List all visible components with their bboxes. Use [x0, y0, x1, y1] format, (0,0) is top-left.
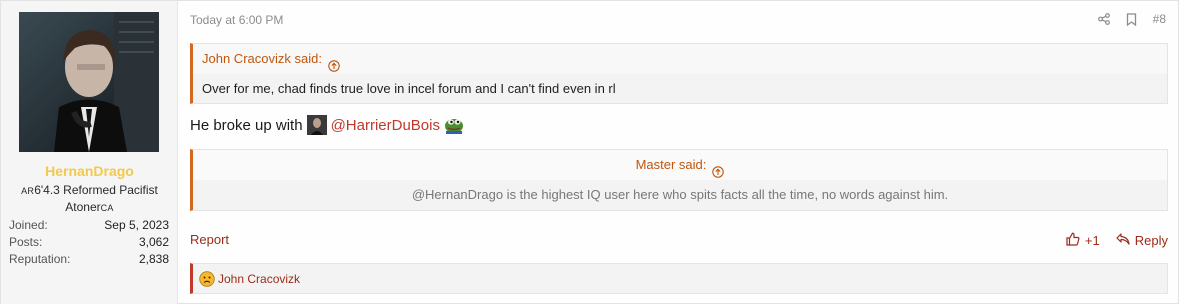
stat-value: 3,062: [138, 235, 169, 249]
forum-post: HernanDrago AR6'4.3 Reformed Pacifist At…: [0, 0, 1179, 304]
quote-author[interactable]: Master said:: [636, 150, 707, 180]
bookmark-icon[interactable]: [1125, 12, 1139, 26]
content-text: He broke up with: [190, 116, 303, 134]
share-icon[interactable]: [1097, 12, 1111, 26]
stat-value: Sep 5, 2023: [104, 218, 169, 232]
quote-header[interactable]: John Cracovizk said:: [193, 44, 1167, 74]
post-content: He broke up with @HarrierDuBois: [190, 115, 464, 135]
circle-arrow-up-icon[interactable]: [712, 159, 725, 178]
reactions-bar[interactable]: John Cracovizk: [190, 263, 1168, 294]
title-suffix: CA: [100, 203, 114, 213]
stat-joined: Joined: Sep 5, 2023: [9, 218, 169, 235]
user-mention[interactable]: @HarrierDuBois: [331, 117, 440, 134]
sad-face-icon: [199, 270, 215, 287]
title-main: 6'4.3 Reformed Pacifist: [34, 183, 158, 197]
stat-label: Joined:: [9, 218, 48, 232]
quote-block-2: Master said: @HernanDrago is the highest…: [190, 149, 1168, 211]
stat-label: Posts:: [9, 235, 43, 249]
title-line2: Atoner: [65, 200, 101, 214]
stat-posts: Posts: 3,062: [9, 235, 169, 252]
reply-button[interactable]: Reply: [1116, 233, 1168, 248]
user-title: AR6'4.3 Reformed Pacifist AtonerCA: [1, 182, 178, 216]
quote-block-1: John Cracovizk said: Over for me, chad f…: [190, 43, 1168, 104]
post-timestamp[interactable]: Today at 6:00 PM: [190, 13, 283, 27]
user-info-column: HernanDrago AR6'4.3 Reformed Pacifist At…: [1, 1, 178, 304]
quote-text: Over for me, chad finds true love in inc…: [202, 81, 616, 96]
post-main: Today at 6:00 PM #8 John Cracovizk said:…: [179, 1, 1178, 304]
title-prefix: AR: [21, 186, 35, 196]
like-count: +1: [1084, 233, 1100, 248]
quote-header[interactable]: Master said:: [193, 150, 1167, 180]
user-avatar[interactable]: [19, 12, 159, 152]
thumbs-up-icon: [1066, 232, 1080, 249]
circle-arrow-up-icon[interactable]: [328, 53, 340, 72]
stat-label: Reputation:: [9, 252, 71, 266]
reply-arrow-icon: [1116, 233, 1130, 248]
quote-author[interactable]: John Cracovizk said:: [202, 44, 322, 74]
pepe-frog-icon: [444, 116, 464, 134]
user-stats: Joined: Sep 5, 2023 Posts: 3,062 Reputat…: [9, 218, 169, 269]
stat-value: 2,838: [138, 252, 169, 266]
reply-label: Reply: [1134, 233, 1168, 248]
stat-reputation: Reputation: 2,838: [9, 252, 169, 269]
reaction-user[interactable]: John Cracovizk: [218, 272, 300, 286]
post-footer-actions: +1 Reply: [1066, 232, 1168, 249]
like-button[interactable]: +1: [1066, 232, 1100, 249]
post-actions: #8: [1097, 12, 1166, 26]
report-link[interactable]: Report: [190, 232, 229, 247]
quote-text: @HernanDrago is the highest IQ user here…: [411, 187, 949, 202]
post-number[interactable]: #8: [1153, 12, 1166, 26]
mention-avatar[interactable]: [306, 115, 327, 135]
username[interactable]: HernanDrago: [1, 163, 178, 179]
